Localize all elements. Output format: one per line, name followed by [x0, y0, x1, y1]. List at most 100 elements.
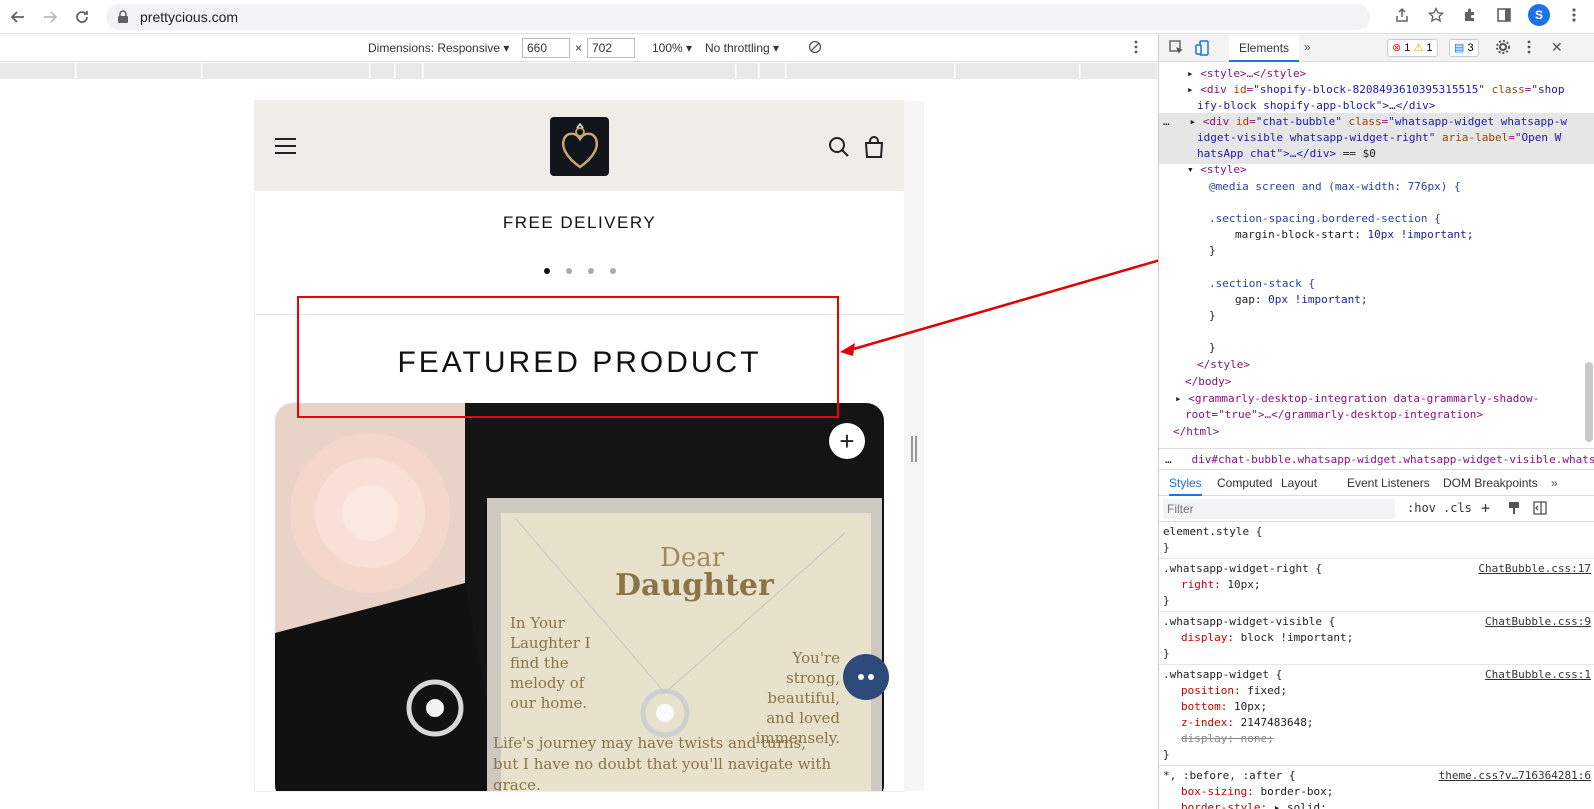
dom-tree-scrollbar[interactable] [1585, 362, 1593, 442]
dom-node[interactable]: ▸ <style>…</style> [1187, 66, 1306, 83]
menu-icon[interactable] [275, 138, 296, 159]
carousel-dot[interactable] [565, 268, 572, 274]
dimensions-select[interactable]: Dimensions: Responsive ▾ [368, 41, 509, 55]
style-rule[interactable]: *, :before, :after {theme.css?v…71636428… [1159, 766, 1594, 809]
styles-filter-input[interactable] [1163, 499, 1395, 519]
annotation-box-featured [297, 296, 839, 418]
dom-node[interactable]: </style> [1197, 357, 1250, 374]
card-daughter-text: Daughter [615, 568, 774, 603]
rule-declaration[interactable]: border-style: ▸ solid; [1163, 800, 1591, 809]
carousel-dot[interactable] [609, 268, 616, 274]
dom-node[interactable]: ▸ <grammarly-desktop-integration data-gr… [1175, 391, 1539, 408]
rule-declaration[interactable]: right: 10px; [1163, 577, 1591, 593]
tab-computed[interactable]: Computed [1217, 476, 1272, 490]
rule-declaration[interactable]: bottom: 10px; [1163, 699, 1591, 715]
tab-styles[interactable]: Styles [1169, 476, 1202, 496]
rule-close-brace: } [1163, 647, 1170, 660]
dom-node-continued: root="true">…</grammarly-desktop-integra… [1185, 408, 1484, 421]
reload-icon[interactable] [68, 3, 96, 31]
style-rule[interactable]: element.style {} [1159, 522, 1594, 559]
throttling-select[interactable]: No throttling ▾ [705, 41, 779, 55]
rule-source-link[interactable]: ChatBubble.css:17 [1478, 561, 1591, 577]
rotate-icon[interactable] [808, 40, 822, 57]
bookmark-star-icon[interactable] [1426, 5, 1446, 25]
extensions-icon[interactable] [1460, 5, 1480, 25]
brand-logo[interactable] [550, 117, 609, 176]
rule-declaration[interactable]: display: none; [1163, 731, 1591, 747]
height-input[interactable]: 702 [587, 38, 635, 58]
rule-close-brace: } [1163, 594, 1170, 607]
rule-declaration[interactable]: display: block !important; [1163, 630, 1591, 646]
dom-node[interactable]: ▾ <style> [1187, 162, 1247, 179]
dom-tree[interactable]: ▸ <style>…</style> ▸ <div id="shopify-bl… [1159, 62, 1594, 448]
carousel-dots[interactable] [255, 268, 904, 274]
more-options-icon[interactable] [1134, 40, 1138, 57]
product-image[interactable]: Dear Daughter In Your Laughter I find th… [275, 403, 884, 791]
tab-event-listeners[interactable]: Event Listeners [1347, 476, 1430, 490]
forward-icon[interactable] [36, 3, 64, 31]
times-symbol: × [575, 41, 583, 55]
cls-toggle[interactable]: .cls [1443, 501, 1472, 515]
messages-badge[interactable]: ▤ 3 [1449, 39, 1479, 57]
cart-bag-icon[interactable] [863, 135, 885, 159]
style-rules[interactable]: element.style {} .whatsapp-widget-right {… [1159, 522, 1594, 809]
back-icon[interactable] [4, 3, 32, 31]
resize-handle[interactable] [911, 436, 917, 462]
address-bar[interactable]: prettycious.com [106, 4, 1370, 30]
width-input[interactable]: 660 [522, 38, 570, 58]
carousel-dot[interactable] [587, 268, 594, 274]
rule-declaration[interactable]: z-index: 2147483648; [1163, 715, 1591, 731]
dom-node[interactable]: </html> [1173, 424, 1219, 441]
rule-source-link[interactable]: theme.css?v…716364281:6 [1439, 768, 1591, 784]
dom-node-selected[interactable]: … ▸ <div id="chat-bubble" class="whatsap… [1163, 114, 1567, 131]
new-rule-icon[interactable]: + [1481, 499, 1490, 517]
url-text: prettycious.com [140, 9, 239, 25]
card-left-poem: In Your Laughter I find the melody of ou… [510, 614, 591, 712]
toggle-sidebar-icon[interactable] [1533, 501, 1547, 518]
close-devtools-icon[interactable]: ✕ [1551, 39, 1563, 56]
more-tabs-icon[interactable]: » [1551, 476, 1558, 490]
lock-icon [118, 10, 128, 23]
error-warning-badge[interactable]: ⊗ 1 ⚠ 1 [1387, 39, 1438, 57]
inspect-element-icon[interactable] [1169, 40, 1185, 59]
quick-add-button[interactable]: + [829, 423, 865, 459]
rule-source-link[interactable]: ChatBubble.css:9 [1485, 614, 1591, 630]
tab-layout[interactable]: Layout [1281, 476, 1317, 490]
styles-pane-tabs: Styles Computed Layout Event Listeners D… [1159, 470, 1594, 496]
style-rule[interactable]: .whatsapp-widget {ChatBubble.css:1 positi… [1159, 665, 1594, 766]
tab-dom-breakpoints[interactable]: DOM Breakpoints [1443, 476, 1538, 490]
dom-breadcrumb[interactable]: … div#chat-bubble.whatsapp-widget.whatsa… [1159, 448, 1594, 470]
style-rule[interactable]: .whatsapp-widget-right {ChatBubble.css:1… [1159, 559, 1594, 612]
whatsapp-chat-bubble[interactable] [843, 654, 889, 700]
dom-node[interactable]: </body> [1185, 374, 1231, 391]
profile-avatar[interactable]: S [1528, 4, 1550, 26]
search-icon[interactable] [828, 136, 850, 158]
device-mode-icon[interactable] [1195, 40, 1211, 59]
more-tabs-icon[interactable]: » [1304, 40, 1311, 54]
paint-icon[interactable] [1507, 501, 1521, 518]
css-brace: } [1209, 341, 1216, 354]
rule-selector: element.style { [1163, 525, 1263, 538]
share-icon[interactable] [1392, 5, 1412, 25]
rule-source-link[interactable]: ChatBubble.css:1 [1485, 667, 1591, 683]
media-query-ruler[interactable] [0, 63, 1158, 79]
rule-declaration[interactable]: box-sizing: border-box; [1163, 784, 1591, 800]
zoom-select[interactable]: 100% ▾ [652, 41, 692, 55]
rule-close-brace: } [1163, 748, 1170, 761]
rule-declaration[interactable]: position: fixed; [1163, 683, 1591, 699]
carousel-dot[interactable] [543, 268, 550, 274]
announcement-text: FREE DELIVERY [502, 213, 657, 232]
kebab-menu-icon[interactable] [1564, 5, 1584, 25]
style-rule[interactable]: .whatsapp-widget-visible {ChatBubble.css… [1159, 612, 1594, 665]
settings-gear-icon[interactable] [1495, 39, 1511, 58]
styles-filter-bar: :hov .cls + [1159, 496, 1594, 522]
browser-toolbar: prettycious.com S [0, 0, 1594, 34]
hov-toggle[interactable]: :hov [1407, 501, 1436, 515]
css-declaration: gap: 0px !important; [1235, 293, 1368, 306]
tab-elements[interactable]: Elements [1229, 34, 1300, 62]
rule-close-brace: } [1163, 541, 1170, 554]
dom-node[interactable]: ▸ <div id="shopify-block-820849361039531… [1187, 82, 1565, 99]
devtools-menu-icon[interactable] [1527, 40, 1531, 57]
side-panel-icon[interactable] [1494, 5, 1514, 25]
dom-node-continued: idget-visible whatsapp-widget-right" ari… [1197, 131, 1562, 144]
